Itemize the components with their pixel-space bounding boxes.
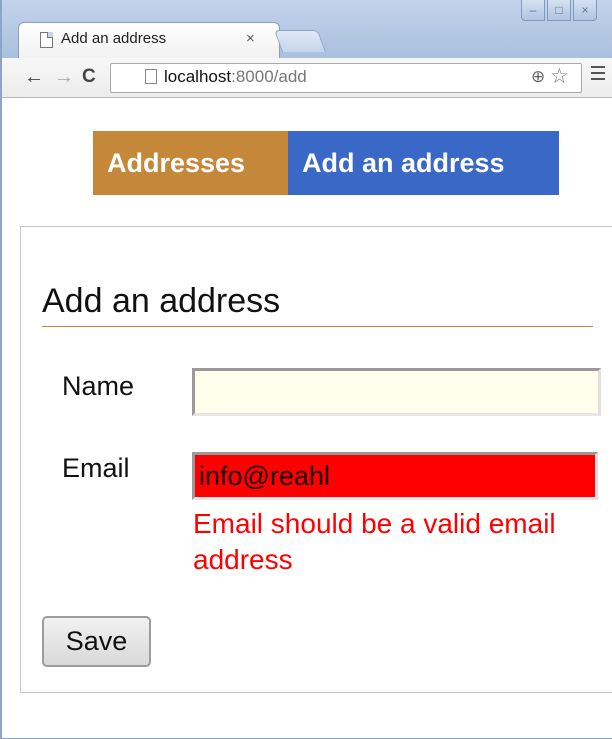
- page-icon: [40, 32, 53, 48]
- back-icon[interactable]: ←: [24, 66, 44, 89]
- close-window-icon[interactable]: ×: [573, 0, 597, 21]
- name-label: Name: [62, 371, 135, 401]
- url-path: :8000/add: [231, 67, 307, 86]
- nav-item-addresses[interactable]: Addresses: [93, 131, 288, 195]
- maximize-icon[interactable]: □: [547, 0, 571, 21]
- new-tab-button[interactable]: [273, 30, 327, 52]
- url-host: localhost: [164, 67, 232, 86]
- name-input[interactable]: [192, 368, 601, 416]
- browser-window: Add an address × – □ × ← → C localhost:8…: [0, 0, 612, 739]
- tab-close-icon[interactable]: ×: [246, 30, 255, 47]
- window-controls: – □ ×: [521, 0, 597, 22]
- main-nav: Addresses Add an address: [93, 131, 559, 195]
- nav-item-add-address[interactable]: Add an address: [288, 131, 559, 195]
- menu-icon[interactable]: [591, 66, 605, 80]
- title-divider: [42, 326, 593, 327]
- page-title: Add an address: [42, 282, 281, 320]
- forward-icon[interactable]: →: [54, 66, 74, 89]
- save-button[interactable]: Save: [42, 616, 151, 667]
- email-error-message: Email should be a valid email address: [193, 508, 556, 575]
- email-label: Email: [62, 453, 130, 483]
- zoom-icon[interactable]: ⊕: [531, 67, 545, 87]
- url-text[interactable]: localhost:8000/add: [164, 67, 307, 87]
- reload-icon[interactable]: C: [82, 66, 96, 88]
- tab-title: Add an address: [61, 30, 167, 47]
- email-input[interactable]: [192, 452, 598, 500]
- page-icon: [145, 69, 157, 84]
- minimize-icon[interactable]: –: [521, 0, 545, 21]
- bookmark-star-icon[interactable]: ☆: [550, 64, 569, 89]
